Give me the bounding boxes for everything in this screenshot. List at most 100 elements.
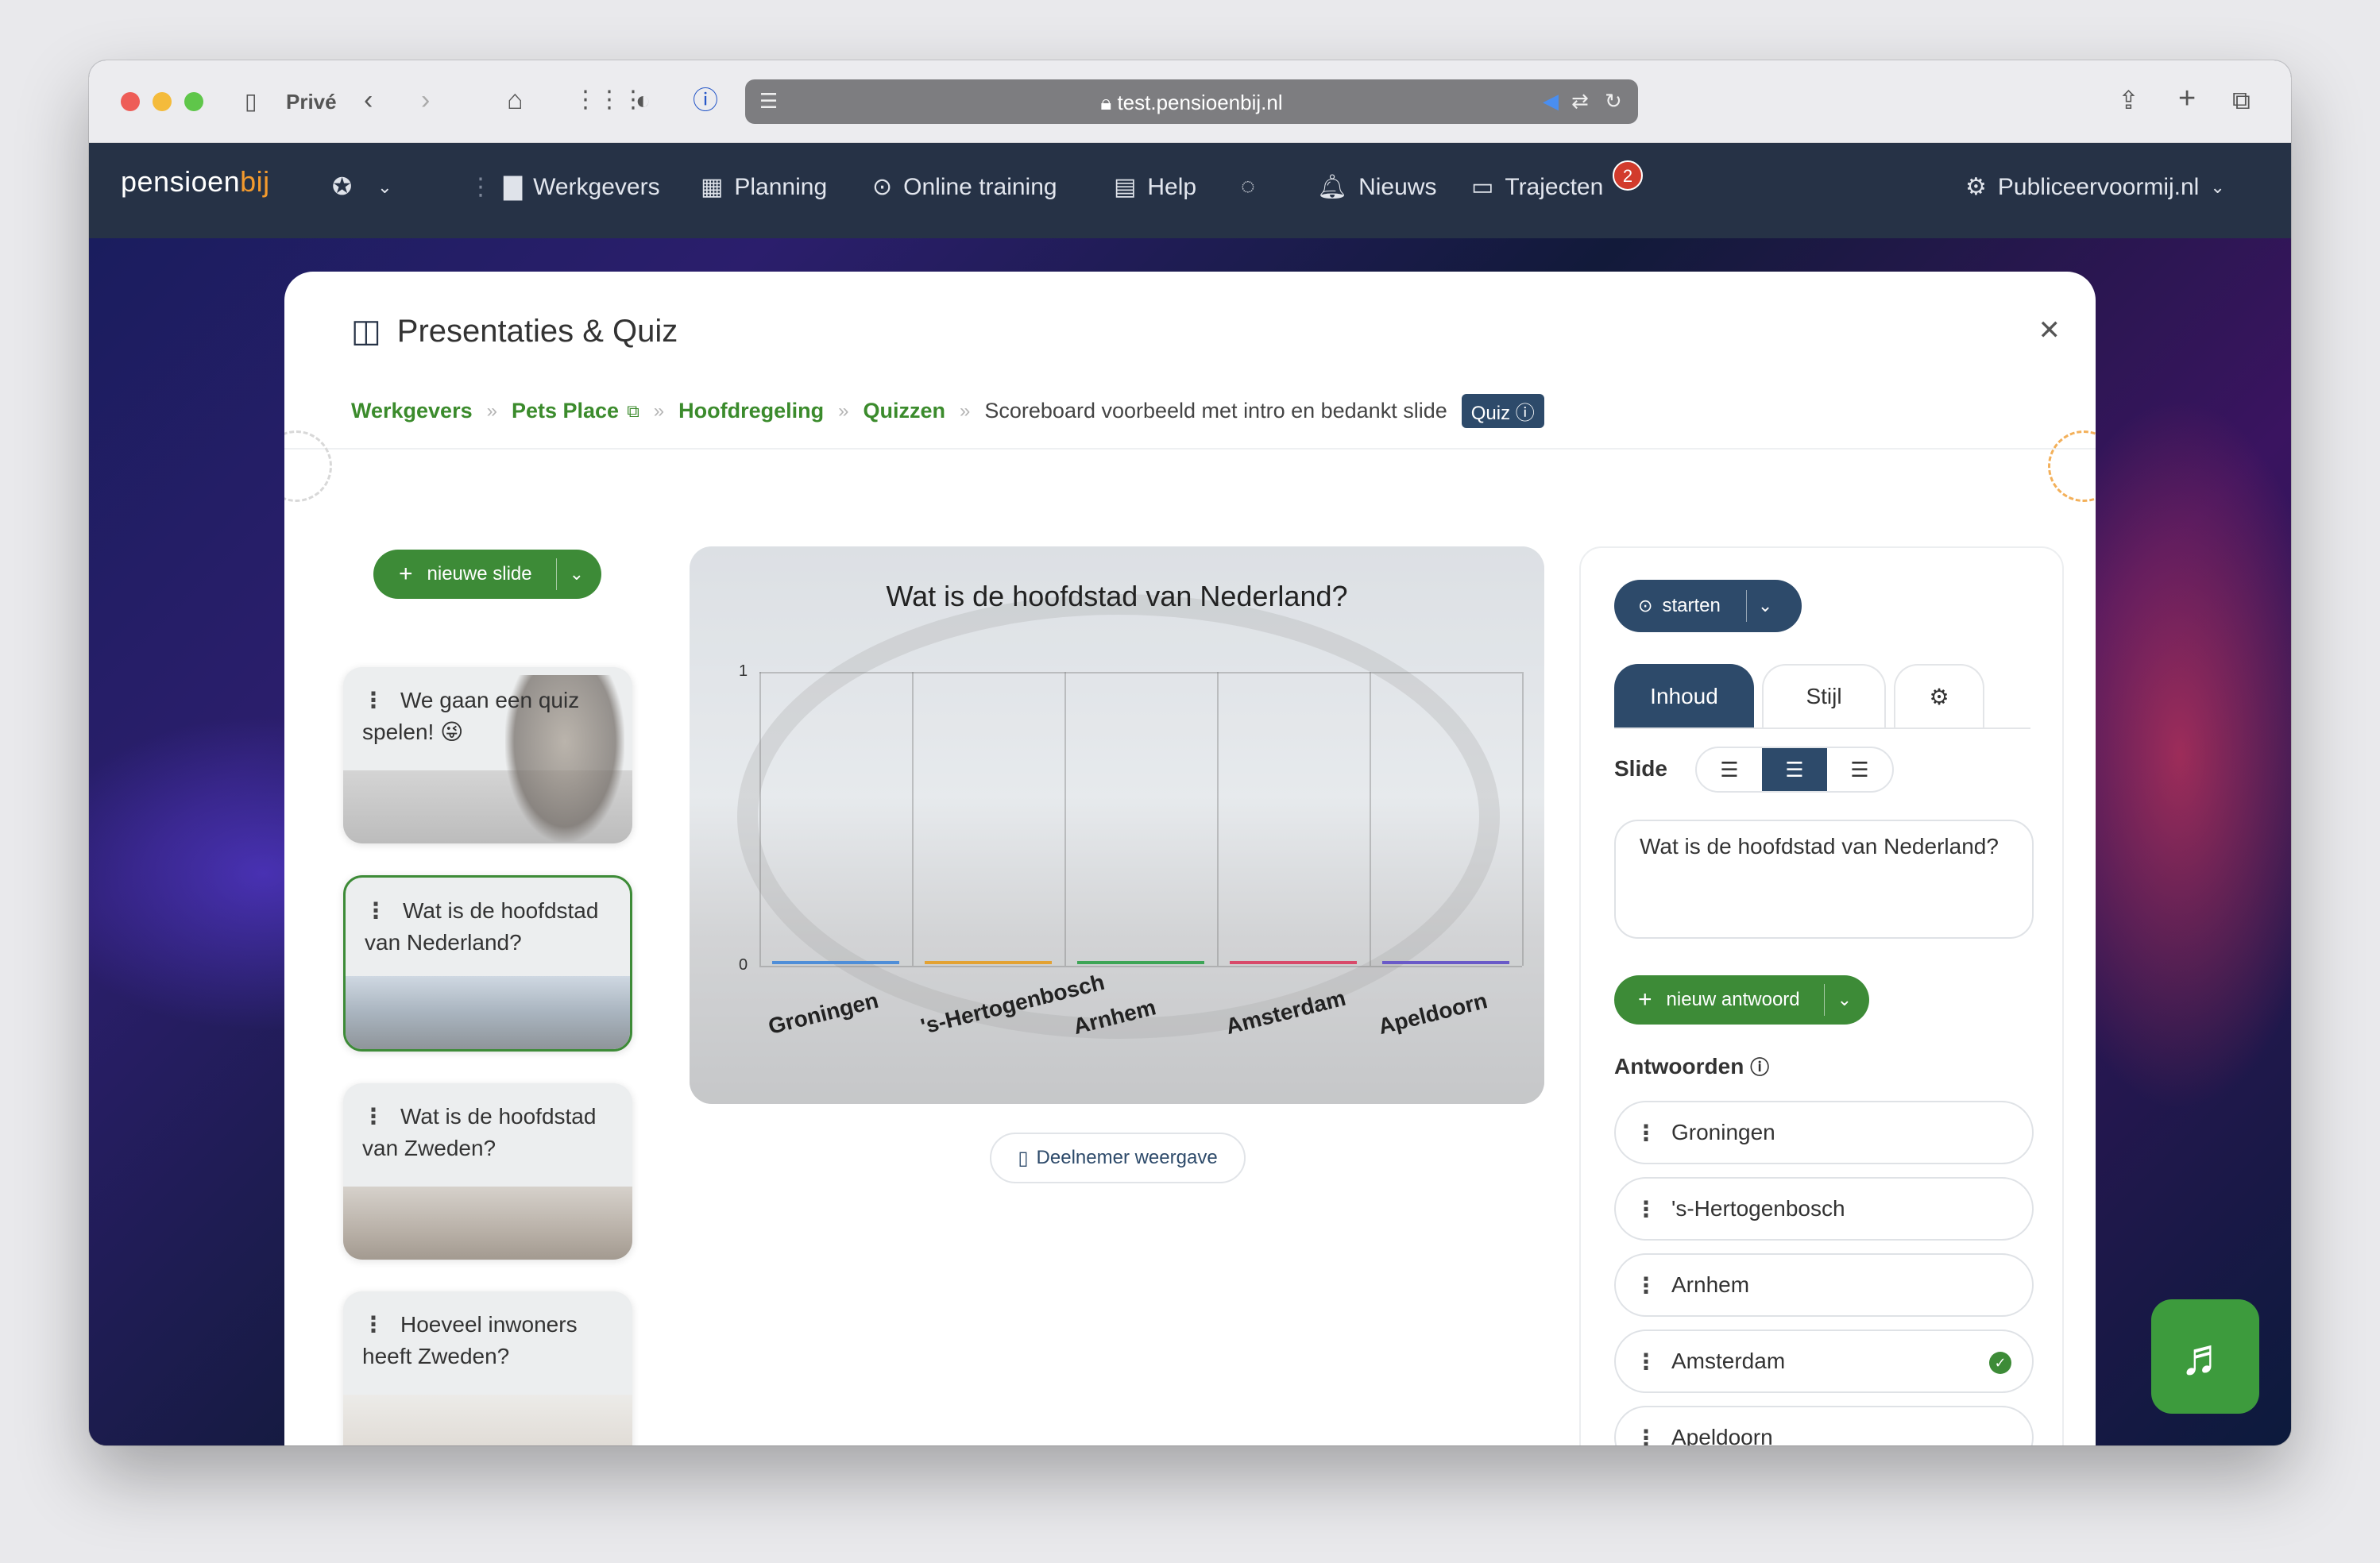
- breadcrumb-separator-icon: »: [653, 399, 665, 422]
- breadcrumb-hoofdregeling[interactable]: Hoofdregeling: [678, 399, 824, 423]
- slide-thumbnail: [343, 1187, 632, 1260]
- nav-label: Online training: [903, 173, 1057, 200]
- slide-card[interactable]: ⋮ Hoeveel inwoners heeft Zweden?: [343, 1291, 632, 1445]
- chevron-down-icon[interactable]: ⌄: [1837, 990, 1852, 1010]
- nav-nieuws[interactable]: 🔔︎ Nieuws: [1317, 173, 1436, 201]
- divider: [284, 448, 2096, 450]
- window-icon: ▭: [1471, 174, 1494, 200]
- new-answer-button[interactable]: + nieuw antwoord ⌄: [1614, 975, 1870, 1025]
- nav-online-training[interactable]: ⊙ Online training: [872, 173, 1057, 201]
- pensioenbij-logo[interactable]: pensioenbij: [121, 165, 270, 199]
- nav-help[interactable]: ▤ Help: [1114, 173, 1196, 201]
- account-label: Publiceervoormij.nl: [1997, 173, 2200, 200]
- bell-icon: 🔔︎: [1317, 174, 1348, 200]
- slide-thumbnail: [346, 976, 630, 1049]
- reload-icon[interactable]: ↻: [1605, 89, 1622, 114]
- shield-icon[interactable]: ◐: [636, 84, 651, 116]
- align-right-icon[interactable]: ☰: [1827, 748, 1892, 791]
- nav-trajecten[interactable]: ▭ Trajecten: [1471, 173, 1603, 201]
- translate-icon[interactable]: ⇄: [1571, 89, 1589, 114]
- answer-text: 's-Hertogenbosch: [1671, 1196, 1845, 1221]
- sidebar-toggle-icon[interactable]: ▯: [245, 86, 257, 118]
- answer-item[interactable]: ⋮ 's-Hertogenbosch: [1614, 1177, 2034, 1241]
- decorative-arc-right: [2048, 430, 2096, 502]
- profile-label[interactable]: Privé: [286, 86, 337, 118]
- decorative-arc-left: [284, 430, 332, 502]
- nav-chat[interactable]: ◌: [1241, 173, 1255, 200]
- tab-inhoud[interactable]: Inhoud: [1614, 664, 1754, 727]
- close-window-button[interactable]: [121, 92, 140, 111]
- drag-handle-icon[interactable]: ⋮: [1635, 1272, 1657, 1299]
- new-tab-icon[interactable]: +: [2178, 83, 2196, 114]
- share-icon[interactable]: ⇪: [2118, 84, 2139, 116]
- quiz-badge-label: Quiz: [1470, 403, 1511, 424]
- breadcrumb-pets-place[interactable]: Pets Place: [512, 399, 619, 423]
- answer-text: Apeldoorn: [1671, 1425, 1773, 1445]
- drag-handle-icon[interactable]: ⋮: [1635, 1120, 1657, 1146]
- align-left-icon[interactable]: ☰: [1697, 748, 1762, 791]
- zoom-window-button[interactable]: [184, 92, 203, 111]
- align-center-icon[interactable]: ☰: [1762, 748, 1827, 791]
- nav-more-icon[interactable]: ⋮: [469, 173, 493, 201]
- breadcrumb: Werkgevers» Pets Place ⧉» Hoofdregeling» …: [351, 394, 1544, 428]
- text-align-group: ☰ ☰ ☰: [1695, 747, 1894, 793]
- drag-handle-icon[interactable]: ⋮: [365, 898, 387, 923]
- drag-handle-icon[interactable]: ⋮: [1635, 1425, 1657, 1446]
- answer-item-correct[interactable]: ⋮ Amsterdam ✓: [1614, 1330, 2034, 1393]
- slide-card[interactable]: ⋮ We gaan een quiz spelen! 😜: [343, 667, 632, 843]
- org-switcher[interactable]: ✪ ⌄: [332, 173, 392, 201]
- lock-icon: 🔒︎: [1100, 91, 1118, 114]
- y-gridline: [759, 966, 1522, 967]
- slide-card[interactable]: ⋮ Wat is de hoofdstad van Zweden?: [343, 1083, 632, 1260]
- nav-werkgevers[interactable]: ▇ Werkgevers: [504, 173, 660, 201]
- answer-text: Arnhem: [1671, 1272, 1750, 1297]
- slide-title: Wat is de hoofdstad van Nederland?: [365, 898, 599, 955]
- answer-text: Groningen: [1671, 1120, 1775, 1144]
- slide-title: Hoeveel inwoners heeft Zweden?: [362, 1312, 578, 1368]
- chevron-down-icon[interactable]: ⌄: [1758, 596, 1772, 616]
- tab-settings[interactable]: ⚙︎: [1894, 664, 1984, 727]
- start-button[interactable]: ⊙ starten ⌄: [1614, 580, 1802, 632]
- info-icon: ⓘ: [1515, 403, 1535, 424]
- tab-stijl[interactable]: Stijl: [1762, 664, 1886, 727]
- drag-handle-icon[interactable]: ⋮: [362, 1312, 384, 1337]
- breadcrumb-quizzen[interactable]: Quizzen: [864, 399, 946, 423]
- minimize-window-button[interactable]: [153, 92, 172, 111]
- new-slide-button[interactable]: + nieuwe slide ⌄: [373, 550, 602, 599]
- briefcase-icon: ▇: [504, 174, 523, 200]
- home-icon[interactable]: ⌂: [507, 84, 524, 116]
- gear-icon: ⚙︎: [1965, 174, 1987, 200]
- x-gridline: [1522, 672, 1524, 966]
- answer-item[interactable]: ⋮ Apeldoorn: [1614, 1406, 2034, 1445]
- address-bar[interactable]: ☰ 🔒︎ test.pensioenbij.nl ◀ ⇄ ↻: [745, 79, 1638, 124]
- slide-text-input[interactable]: Wat is de hoofdstad van Nederland?: [1614, 820, 2034, 939]
- drag-handle-icon[interactable]: ⋮: [1635, 1196, 1657, 1222]
- drag-handle-icon[interactable]: ⋮: [362, 1104, 384, 1129]
- new-answer-label: nieuw antwoord: [1666, 989, 1800, 1010]
- audio-icon[interactable]: ◀: [1543, 89, 1559, 114]
- y-tick-label: 0: [739, 956, 748, 974]
- drag-handle-icon[interactable]: ⋮: [1635, 1349, 1657, 1375]
- plus-icon: +: [399, 561, 413, 587]
- breadcrumb-werkgevers[interactable]: Werkgevers: [351, 399, 473, 423]
- forward-icon[interactable]: ›: [421, 84, 430, 116]
- grid-icon[interactable]: ⋮⋮⋮: [574, 84, 645, 116]
- logo-accent: bij: [240, 165, 270, 198]
- slide-preview: Wat is de hoofdstad van Nederland? 0 1 Gro…: [690, 546, 1544, 1104]
- nav-planning[interactable]: ▦ Planning: [701, 173, 827, 201]
- participant-view-button[interactable]: ▯ Deelnemer weergave: [990, 1133, 1246, 1183]
- back-icon[interactable]: ‹: [364, 84, 373, 116]
- answer-item[interactable]: ⋮ Arnhem: [1614, 1253, 2034, 1317]
- chart-bar: [1382, 961, 1509, 964]
- presentation-modal: ◫ Presentaties & Quiz ✕ Werkgevers » Pets …: [284, 272, 2096, 1445]
- drag-handle-icon[interactable]: ⋮: [362, 688, 384, 712]
- tabs-overview-icon[interactable]: ⧉: [2232, 84, 2251, 116]
- answer-item[interactable]: ⋮ Groningen: [1614, 1101, 2034, 1164]
- password-manager-icon[interactable]: ⓘ: [693, 84, 718, 116]
- help-fab-button[interactable]: ♬: [2151, 1299, 2259, 1414]
- slide-card-selected[interactable]: ⋮ Wat is de hoofdstad van Nederland?: [343, 875, 632, 1052]
- close-icon[interactable]: ✕: [2038, 315, 2061, 346]
- check-icon: ✓: [1989, 1352, 2011, 1374]
- chevron-down-icon[interactable]: ⌄: [570, 564, 584, 585]
- account-menu[interactable]: ⚙︎ Publiceervoormij.nl ⌄: [1965, 173, 2225, 201]
